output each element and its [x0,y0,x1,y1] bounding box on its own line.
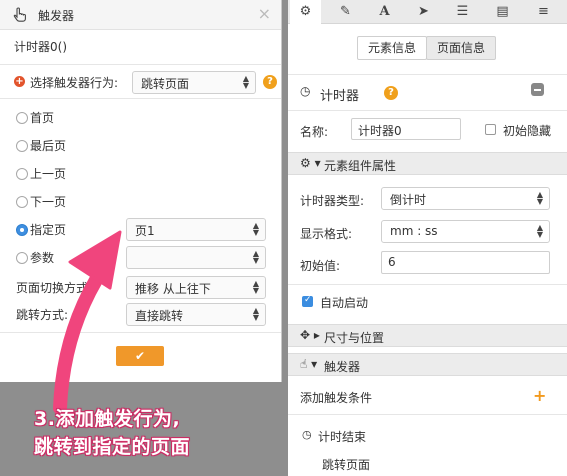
annotation-line2: 跳转到指定的页面 [34,436,191,458]
annotation-line1: 3.添加触发行为, [34,408,181,430]
